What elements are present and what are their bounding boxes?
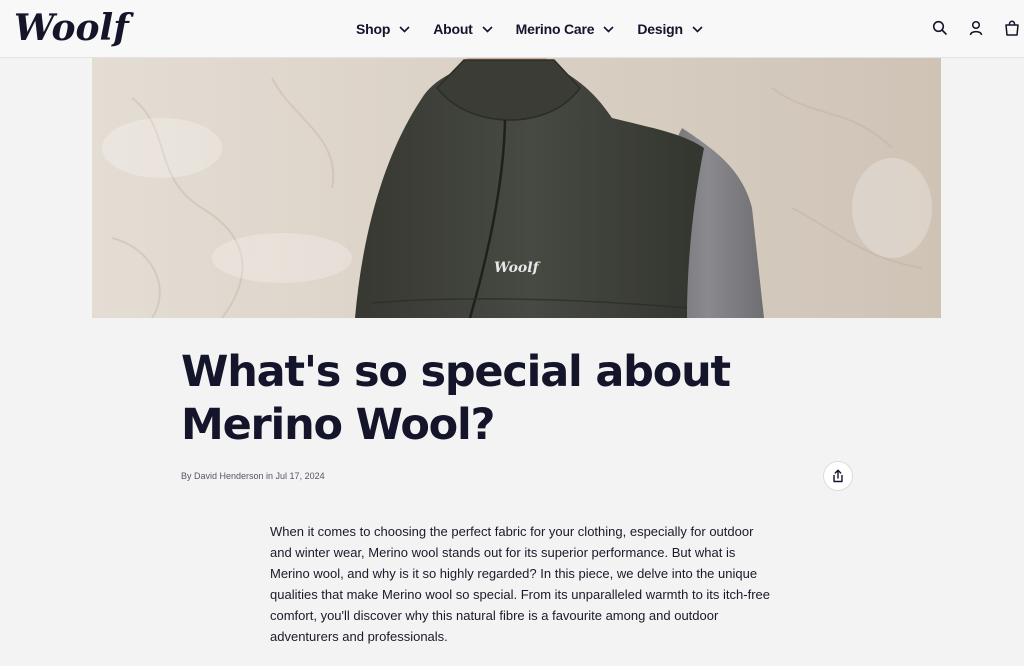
chevron-down-icon — [692, 25, 703, 33]
chevron-down-icon — [399, 25, 410, 33]
article-title: What's so special about Merino Wool? — [181, 347, 731, 450]
share-icon — [833, 469, 843, 483]
account-icon[interactable] — [968, 20, 984, 36]
chevron-down-icon — [482, 25, 493, 33]
nav-about[interactable]: About — [433, 21, 493, 37]
woolf-logo[interactable]: Woolf — [12, 5, 146, 51]
vest-logo: Woolf — [494, 260, 542, 276]
article-paragraph: When it comes to choosing the perfect fa… — [270, 524, 770, 644]
nav-label: Shop — [356, 21, 391, 37]
site-header: Woolf Shop About Merino Care Design — [0, 0, 1024, 58]
chevron-down-icon — [603, 25, 614, 33]
nav-shop[interactable]: Shop — [356, 21, 410, 37]
main-nav: Shop About Merino Care Design — [356, 0, 726, 58]
share-button[interactable] — [823, 461, 853, 491]
hero-image: Woolf — [92, 58, 941, 318]
cart-icon[interactable] — [1004, 20, 1020, 36]
logo-text: Woolf — [14, 7, 134, 49]
nav-label: Merino Care — [515, 21, 595, 37]
nav-merino-care[interactable]: Merino Care — [516, 21, 615, 37]
nav-label: About — [433, 21, 473, 37]
article-byline: By David Henderson in Jul 17, 2024 — [181, 471, 325, 481]
nav-label: Design — [637, 21, 683, 37]
nav-design[interactable]: Design — [637, 21, 703, 37]
search-icon[interactable] — [932, 20, 948, 36]
